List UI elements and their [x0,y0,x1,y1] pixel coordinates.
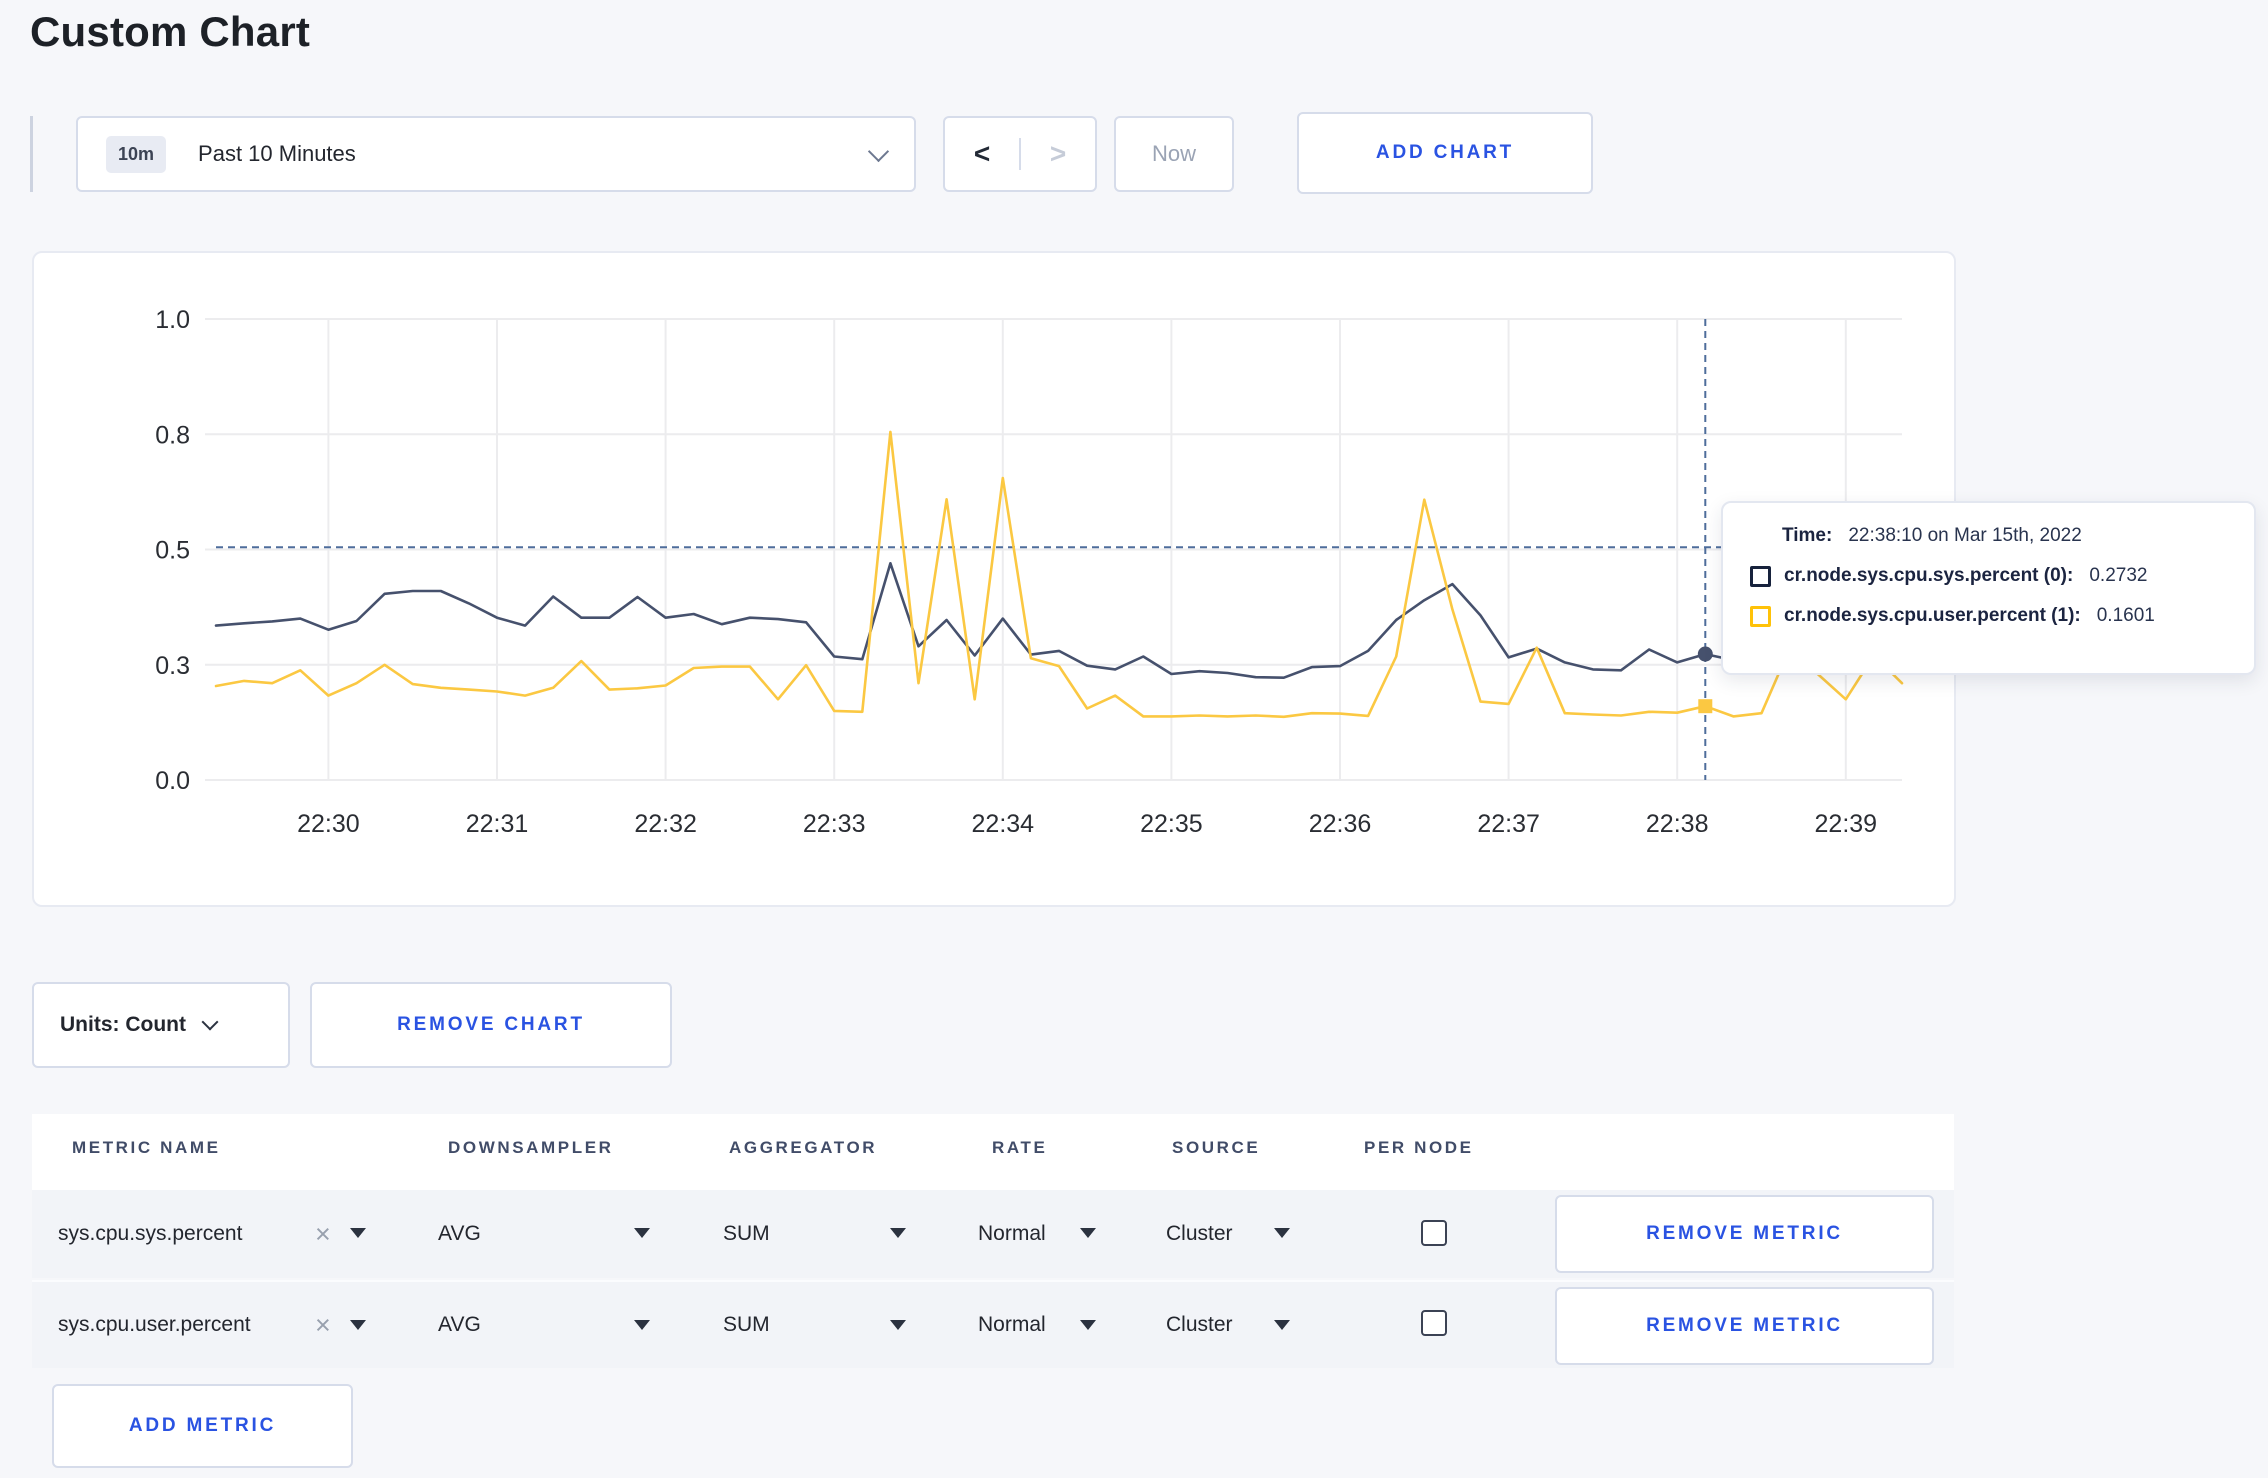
svg-text:22:37: 22:37 [1477,810,1540,838]
tooltip-user-value: 0.1601 [2096,605,2155,626]
svg-text:22:35: 22:35 [1140,810,1203,838]
metric-row-user: sys.cpu.user.percent × AVG SUM Normal Cl… [32,1280,1954,1368]
clear-metric-icon[interactable]: × [315,1282,331,1368]
cpu-chart-svg[interactable]: 0.0 0.3 0.5 0.8 1.0 22:30 22:31 22:32 22:33 22:34… [34,253,1954,905]
svg-text:0.0: 0.0 [155,767,190,795]
units-label: Units: Count [60,1013,186,1036]
header-aggregator: AGGREGATOR [729,1138,878,1157]
header-rate: RATE [992,1138,1048,1157]
aggregator-select[interactable]: SUM [723,1282,770,1368]
remove-metric-button[interactable]: REMOVE METRIC [1555,1287,1934,1365]
downsampler-select[interactable]: AVG [438,1190,481,1278]
svg-text:22:38: 22:38 [1646,810,1709,838]
time-nav-group: < > [943,116,1097,192]
aggregator-select[interactable]: SUM [723,1190,770,1278]
caret-down-icon[interactable] [634,1320,650,1330]
time-range-dropdown[interactable]: 10m Past 10 Minutes [76,116,916,192]
metric-row-sys: sys.cpu.sys.percent × AVG SUM Normal Clu… [32,1190,1954,1278]
chevron-down-icon [201,1013,219,1031]
tooltip-sys-label: cr.node.sys.cpu.sys.percent (0): [1784,565,2074,586]
caret-down-icon[interactable] [890,1320,906,1330]
svg-text:0.8: 0.8 [155,421,190,449]
cpu-chart-card: 0.0 0.3 0.5 0.8 1.0 22:30 22:31 22:32 22:33 22:34… [32,251,1956,907]
metrics-table-header: METRIC NAME DOWNSAMPLER AGGREGATOR RATE … [32,1114,1954,1190]
time-range-label: Past 10 Minutes [198,141,356,166]
caret-down-icon[interactable] [1274,1320,1290,1330]
source-select[interactable]: Cluster [1166,1282,1233,1368]
chevron-down-icon [867,140,890,162]
svg-text:22:30: 22:30 [297,810,360,838]
tooltip-user-label: cr.node.sys.cpu.user.percent (1): [1784,605,2081,626]
svg-text:22:36: 22:36 [1309,810,1372,838]
per-node-checkbox[interactable] [1421,1220,1447,1246]
time-range-badge: 10m [106,135,167,173]
header-per-node: PER NODE [1364,1138,1474,1157]
svg-text:22:34: 22:34 [972,810,1035,838]
svg-text:22:31: 22:31 [466,810,529,838]
remove-metric-button[interactable]: REMOVE METRIC [1555,1195,1934,1273]
metric-name-dropdown[interactable]: sys.cpu.sys.percent [58,1190,242,1278]
svg-text:22:32: 22:32 [634,810,697,838]
header-source: SOURCE [1172,1138,1261,1157]
caret-down-icon[interactable] [890,1228,906,1238]
svg-text:1.0: 1.0 [155,306,190,334]
svg-text:0.3: 0.3 [155,652,190,680]
add-metric-button[interactable]: ADD METRIC [52,1384,353,1468]
svg-text:22:39: 22:39 [1815,810,1878,838]
source-select[interactable]: Cluster [1166,1190,1233,1278]
metric-name-dropdown[interactable]: sys.cpu.user.percent [58,1282,251,1368]
chart-tooltip: Time: 22:38:10 on Mar 15th, 2022 cr.node… [1721,501,2256,675]
svg-text:0.5: 0.5 [155,537,190,565]
caret-down-icon[interactable] [634,1228,650,1238]
rate-select[interactable]: Normal [978,1282,1046,1368]
rate-select[interactable]: Normal [978,1190,1046,1278]
toolbar-divider [30,116,33,192]
caret-down-icon[interactable] [350,1320,366,1330]
series-sys-swatch-icon [1750,565,1771,587]
caret-down-icon[interactable] [1274,1228,1290,1238]
next-range-button[interactable]: > [1021,138,1095,170]
header-downsampler: DOWNSAMPLER [448,1138,614,1157]
caret-down-icon[interactable] [350,1228,366,1238]
prev-range-button[interactable]: < [945,138,1021,170]
header-metric-name: METRIC NAME [72,1138,221,1157]
now-button[interactable]: Now [1114,116,1234,192]
svg-text:22:33: 22:33 [803,810,866,838]
add-chart-button[interactable]: ADD CHART [1297,112,1593,194]
units-dropdown[interactable]: Units: Count [32,982,290,1068]
remove-chart-button[interactable]: REMOVE CHART [310,982,672,1068]
page-title: Custom Chart [30,8,311,55]
downsampler-select[interactable]: AVG [438,1282,481,1368]
series-user-swatch-icon [1750,605,1771,627]
per-node-checkbox[interactable] [1421,1310,1447,1336]
clear-metric-icon[interactable]: × [315,1190,331,1278]
caret-down-icon[interactable] [1080,1228,1096,1238]
tooltip-sys-value: 0.2732 [2089,565,2148,586]
caret-down-icon[interactable] [1080,1320,1096,1330]
tooltip-time-value: 22:38:10 on Mar 15th, 2022 [1848,525,2082,546]
tooltip-time-label: Time: [1782,525,1833,546]
